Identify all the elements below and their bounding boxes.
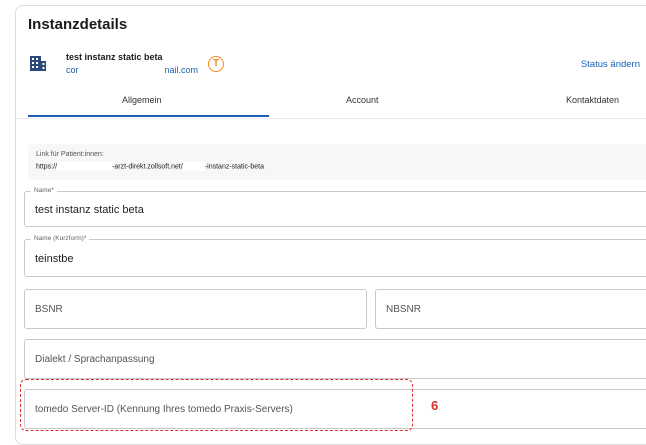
highlight-annotation-box	[20, 379, 413, 431]
name-field-value: test instanz static beta	[35, 204, 144, 216]
bsnr-field[interactable]: BSNR	[24, 289, 367, 329]
url-part-3: -instanz-static-beta	[204, 163, 264, 171]
short-name-field[interactable]: Name (Kurzform)* teinstbe	[24, 235, 646, 277]
instance-email[interactable]: cor nail.com	[66, 65, 198, 75]
name-field-label: Name*	[31, 187, 57, 194]
nbsnr-placeholder: NBSNR	[386, 304, 422, 315]
annotation-number: 6	[431, 398, 439, 413]
tab-account[interactable]: Account	[346, 95, 379, 105]
tab-kontaktdaten[interactable]: Kontaktdaten	[566, 95, 619, 105]
short-name-field-label: Name (Kurzform)*	[31, 235, 90, 242]
tab-bar: Allgemein Account Kontaktdaten	[16, 86, 646, 119]
dialect-placeholder: Dialekt / Sprachanpassung	[35, 354, 155, 365]
bsnr-placeholder: BSNR	[35, 304, 63, 315]
url-part-2: -arzt-direkt.zollsoft.net/	[112, 163, 183, 171]
tomedo-t-icon[interactable]: T	[208, 56, 224, 72]
name-field[interactable]: Name* test instanz static beta	[24, 187, 646, 227]
dialect-field[interactable]: Dialekt / Sprachanpassung	[24, 339, 646, 379]
patient-link-url[interactable]: https:// -arzt-direkt.zollsoft.net/ -insta…	[36, 162, 264, 171]
patient-link-box: Link für Patient:innen: https:// -arzt-di…	[28, 144, 646, 180]
page-title: Instanzdetails	[28, 16, 128, 33]
instance-name: test instanz static beta	[66, 52, 163, 62]
building-icon	[30, 56, 46, 71]
short-name-field-value: teinstbe	[35, 253, 74, 265]
instance-summary: test instanz static beta cor nail.com T	[28, 50, 646, 80]
patient-link-label: Link für Patient:innen:	[36, 151, 104, 158]
active-tab-indicator	[28, 115, 269, 117]
email-prefix: cor	[66, 65, 79, 75]
url-part-1: https://	[36, 163, 58, 171]
nbsnr-field[interactable]: NBSNR	[375, 289, 646, 329]
tab-allgemein[interactable]: Allgemein	[122, 95, 162, 105]
change-status-link[interactable]: Status ändern	[581, 59, 640, 70]
email-suffix: nail.com	[164, 65, 199, 75]
